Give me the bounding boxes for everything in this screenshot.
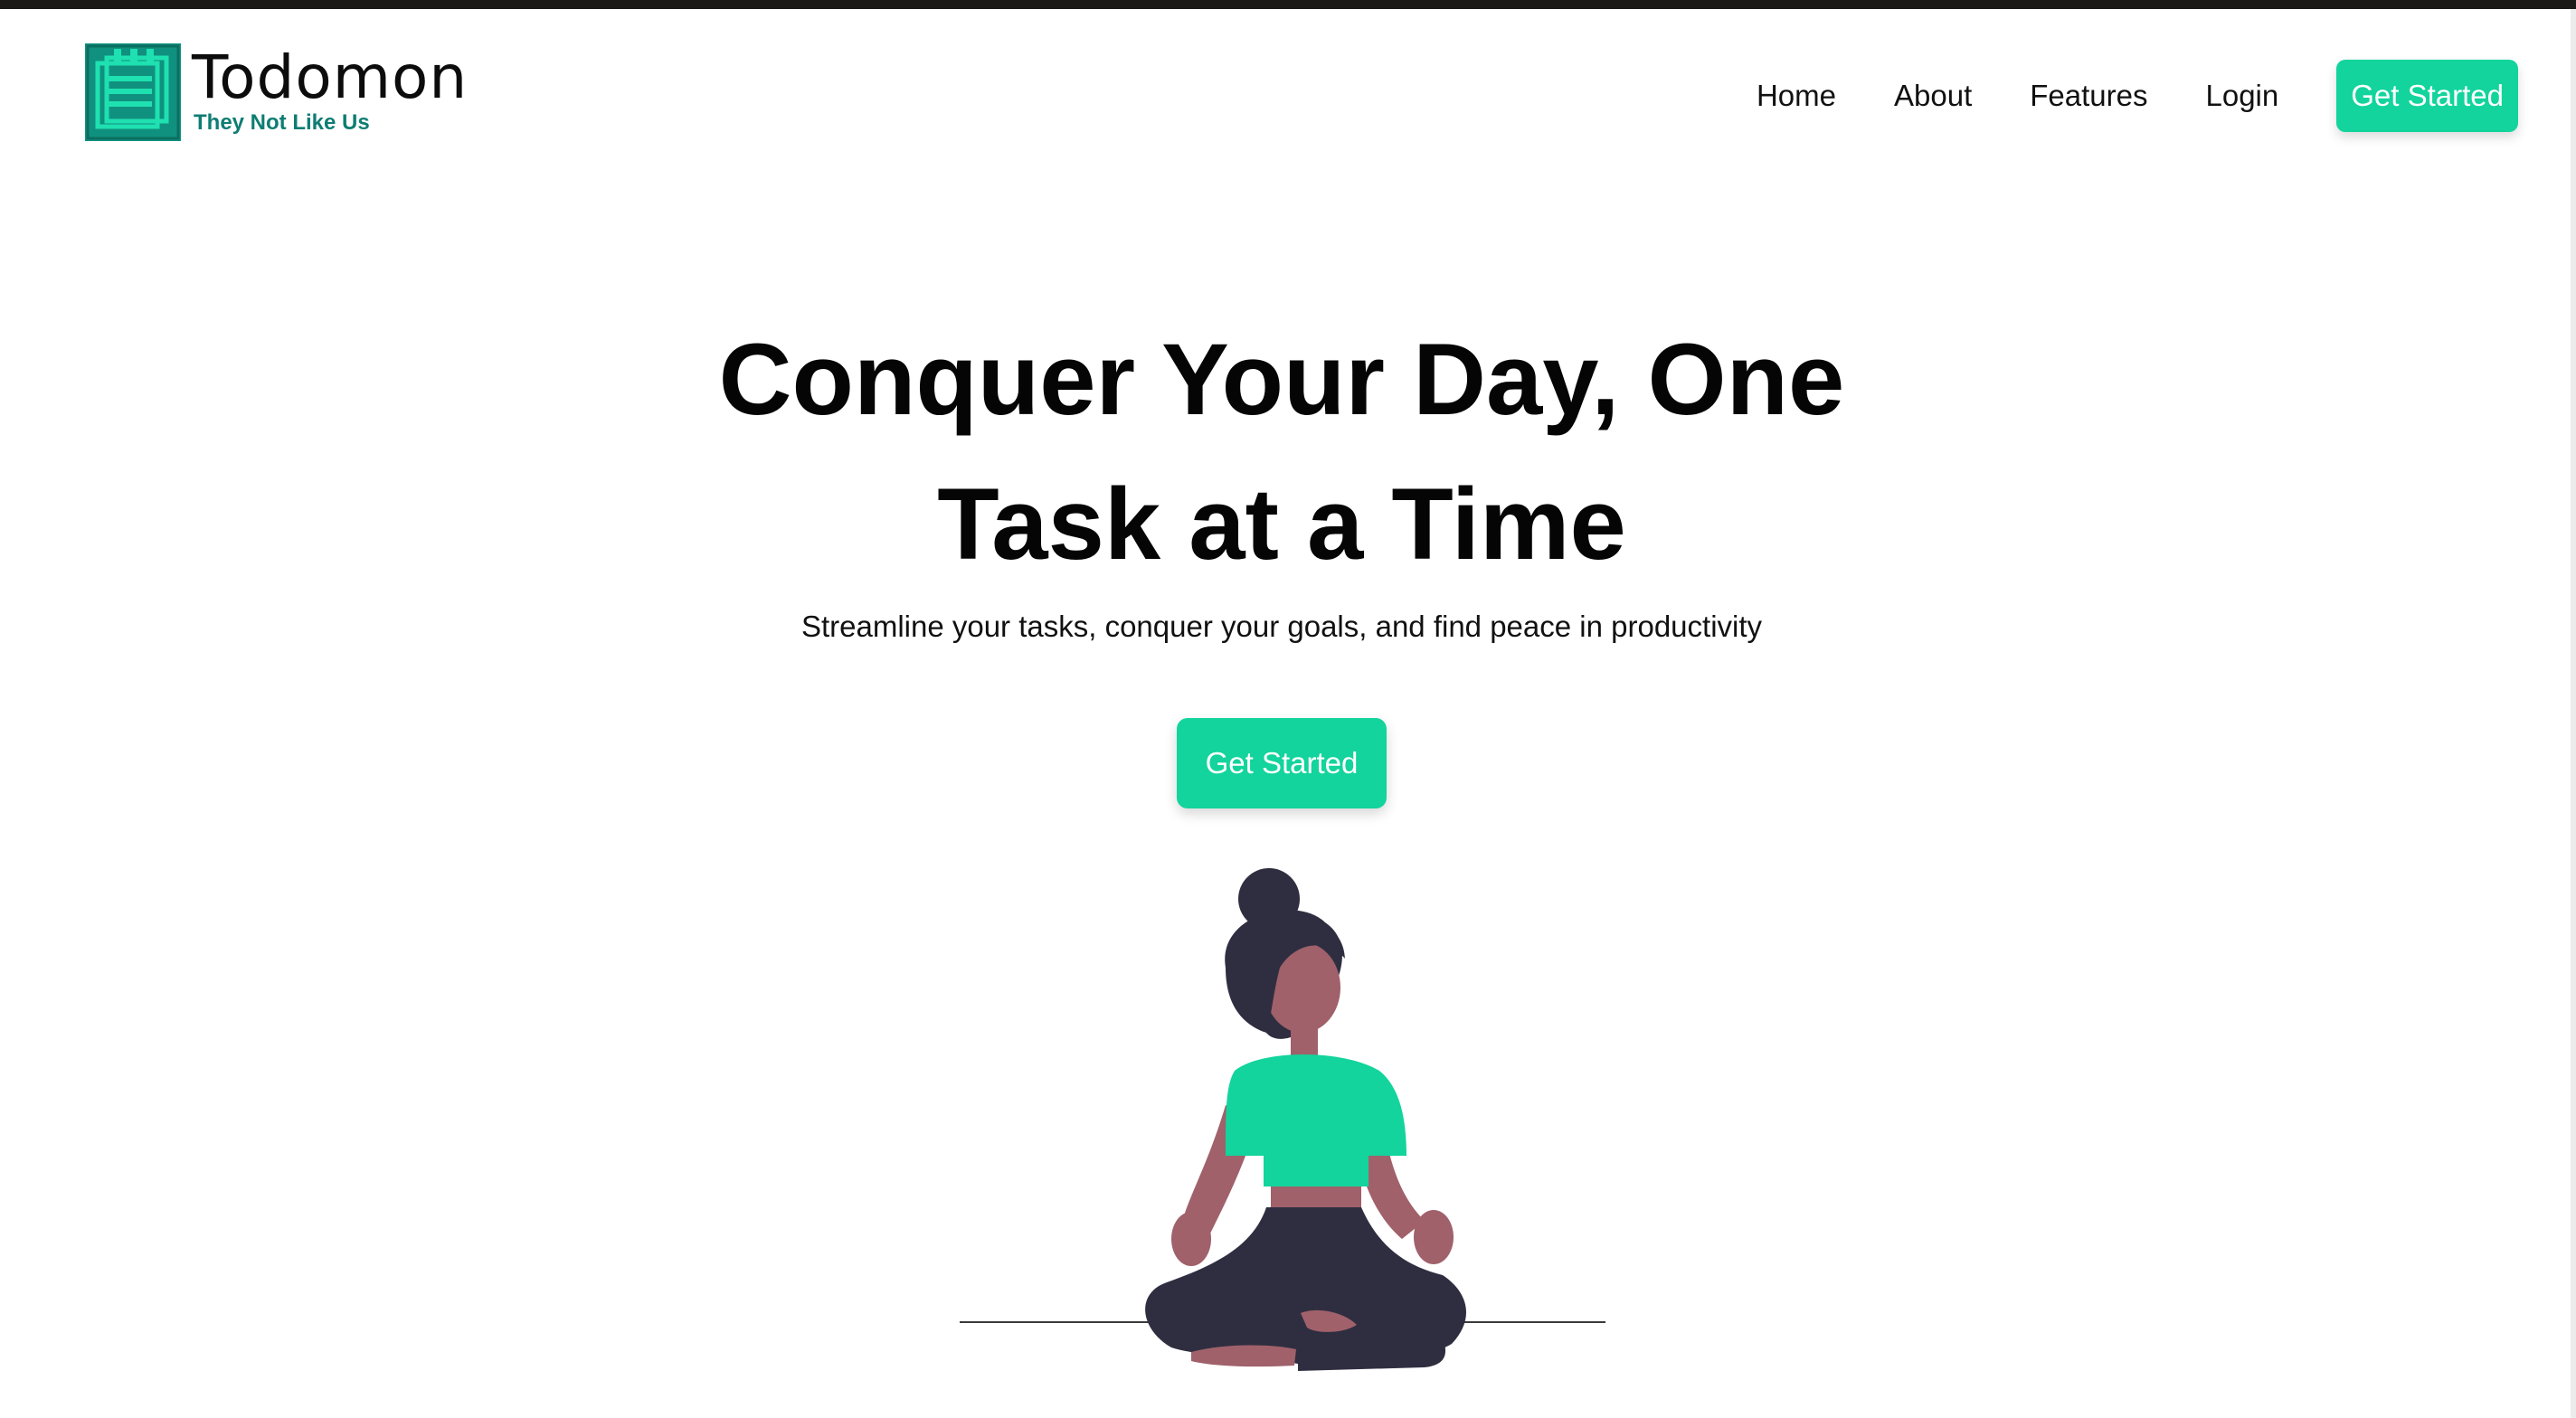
hero-get-started-button[interactable]: Get Started xyxy=(1176,718,1387,808)
scrollbar-track[interactable] xyxy=(2571,9,2576,1418)
brand-text: Todomon They Not Like Us xyxy=(192,43,468,136)
notepad-icon xyxy=(85,43,181,141)
site-header: Todomon They Not Like Us Home About Feat… xyxy=(0,9,2571,181)
nav-features-link[interactable]: Features xyxy=(2030,79,2147,113)
hero-title: Conquer Your Day, One Task at a Time xyxy=(718,323,1845,581)
meditating-woman-illustration xyxy=(960,868,1605,1371)
nav-login-link[interactable]: Login xyxy=(2205,79,2278,113)
window-top-bar xyxy=(0,0,2576,9)
brand-tagline: They Not Like Us xyxy=(194,110,370,135)
hero-section: Conquer Your Day, One Task at a Time Str… xyxy=(0,307,2563,808)
nav-get-started-button[interactable]: Get Started xyxy=(2336,60,2518,132)
brand-name: Todomon xyxy=(192,43,469,112)
main-nav: Home About Features Login Get Started xyxy=(1757,60,2518,132)
nav-home-link[interactable]: Home xyxy=(1757,79,1836,113)
brand-logo[interactable]: Todomon They Not Like Us xyxy=(85,43,468,141)
hero-subtitle: Streamline your tasks, conquer your goal… xyxy=(800,610,1763,643)
nav-about-link[interactable]: About xyxy=(1894,79,1972,113)
